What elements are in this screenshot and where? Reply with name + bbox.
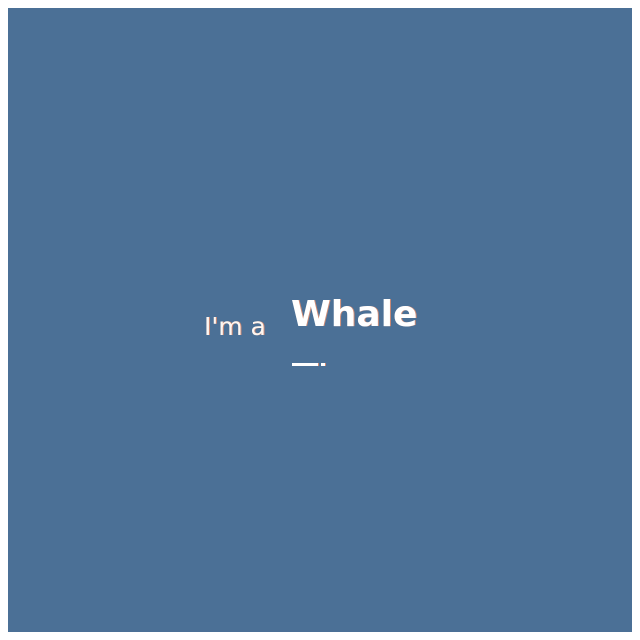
canvas-frame: I'm a Whale bbox=[8, 8, 632, 632]
headline-prefix: I'm a bbox=[204, 312, 266, 341]
typing-cursor-dot bbox=[321, 363, 325, 366]
typing-cursor-line bbox=[292, 363, 318, 366]
headline-word: Whale bbox=[291, 294, 418, 335]
